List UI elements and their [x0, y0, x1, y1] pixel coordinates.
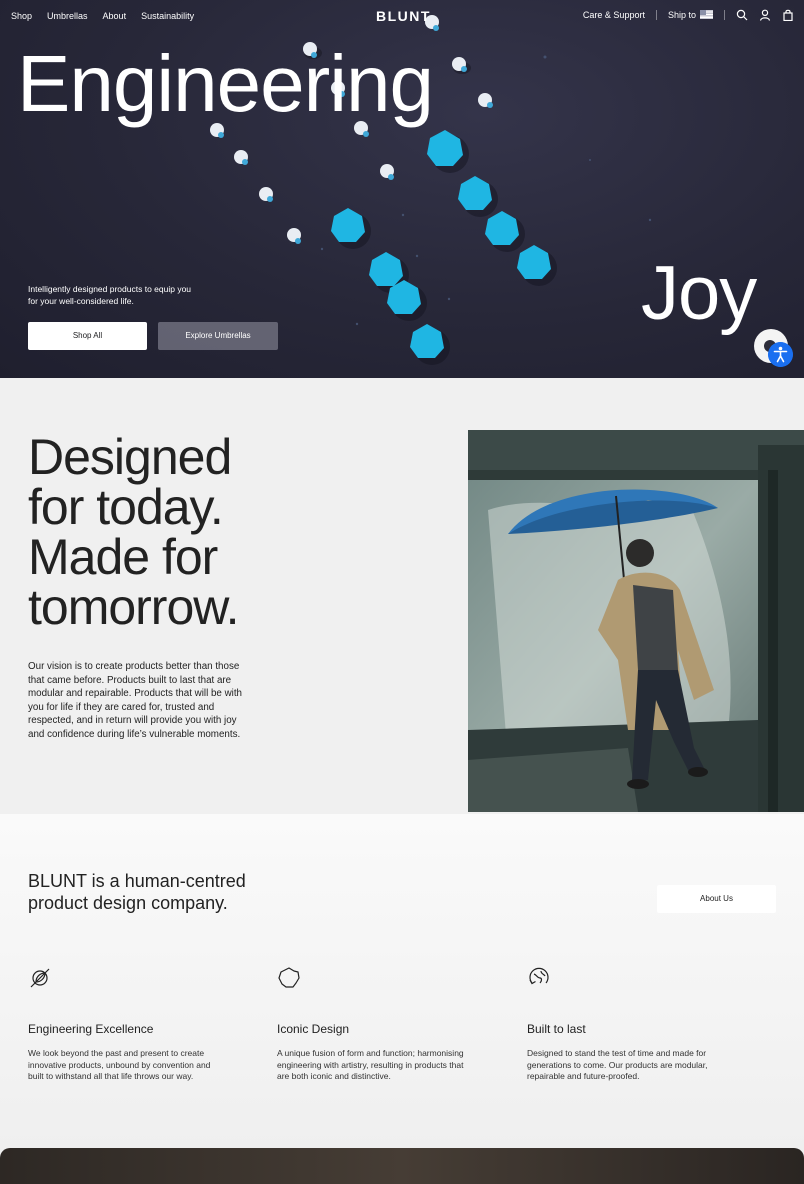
feature-body: A unique fusion of form and function; ha…: [277, 1048, 464, 1081]
explore-umbrellas-button[interactable]: Explore Umbrellas: [158, 322, 278, 350]
nav-utilities: Care & Support Ship to: [583, 9, 794, 21]
feature-body: We look beyond the past and present to c…: [28, 1048, 211, 1081]
man-with-umbrella-photo: [468, 430, 804, 812]
cart-bag-icon[interactable]: [782, 9, 794, 21]
brand-heading: BLUNT is a human-centred product design …: [28, 871, 246, 913]
hero-subtitle: Intelligently designed products to equip…: [28, 284, 192, 306]
feature-card: Built to last Designed to stand the test…: [527, 966, 727, 1083]
account-icon[interactable]: [759, 9, 771, 21]
vision-heading-line: Made for: [28, 529, 218, 585]
feature-card: Engineering Excellence We look beyond th…: [28, 966, 228, 1083]
nav-link-about[interactable]: About: [103, 11, 127, 21]
blue-umbrellas: [331, 130, 557, 365]
search-icon[interactable]: [736, 9, 748, 21]
feature-body: Designed to stand the test of time and m…: [527, 1048, 708, 1081]
vision-heading: Designed for today. Made for tomorrow.: [28, 432, 448, 632]
vision-section: Designed for today. Made for tomorrow. O…: [0, 378, 804, 814]
feature-title: Engineering Excellence: [28, 1022, 154, 1036]
shop-all-button[interactable]: Shop All: [28, 322, 147, 350]
nav-link-umbrellas[interactable]: Umbrellas: [47, 11, 88, 21]
nav-divider: [724, 10, 725, 20]
blunt-shape-icon: [278, 967, 300, 988]
hero-section: Shop Umbrellas About Sustainability BLUN…: [0, 0, 804, 378]
top-navigation: Shop Umbrellas About Sustainability BLUN…: [0, 0, 804, 32]
vision-heading-line: tomorrow.: [28, 579, 240, 635]
about-us-button[interactable]: About Us: [657, 885, 776, 913]
feature-title: Built to last: [527, 1022, 586, 1036]
nav-link-care-support[interactable]: Care & Support: [583, 10, 645, 20]
next-section-image-preview: [0, 1148, 804, 1184]
vision-heading-line: for today.: [28, 479, 224, 535]
globe-recycle-icon: [529, 967, 549, 985]
hero-joy-word: Joy: [641, 251, 757, 336]
ship-to-label: Ship to: [667, 10, 696, 20]
nav-link-sustainability[interactable]: Sustainability: [141, 11, 194, 21]
accessibility-icon[interactable]: [768, 342, 793, 367]
nav-divider: [655, 10, 657, 20]
hero-title: Engineering: [17, 39, 434, 128]
vision-body: Our vision is to create products better …: [28, 661, 243, 740]
us-flag-icon: [700, 10, 713, 19]
feature-title: Iconic Design: [277, 1022, 350, 1036]
feature-card: Iconic Design A unique fusion of form an…: [277, 966, 477, 1083]
ship-to-selector[interactable]: Ship to: [668, 10, 713, 20]
leaf-circle-icon: [30, 968, 50, 988]
nav-links: Shop Umbrellas About Sustainability: [11, 11, 194, 21]
nav-link-shop[interactable]: Shop: [11, 11, 32, 21]
brand-section: BLUNT is a human-centred product design …: [0, 814, 804, 1150]
brand-logo[interactable]: BLUNT: [376, 8, 431, 24]
vision-heading-line: Designed: [28, 429, 232, 485]
